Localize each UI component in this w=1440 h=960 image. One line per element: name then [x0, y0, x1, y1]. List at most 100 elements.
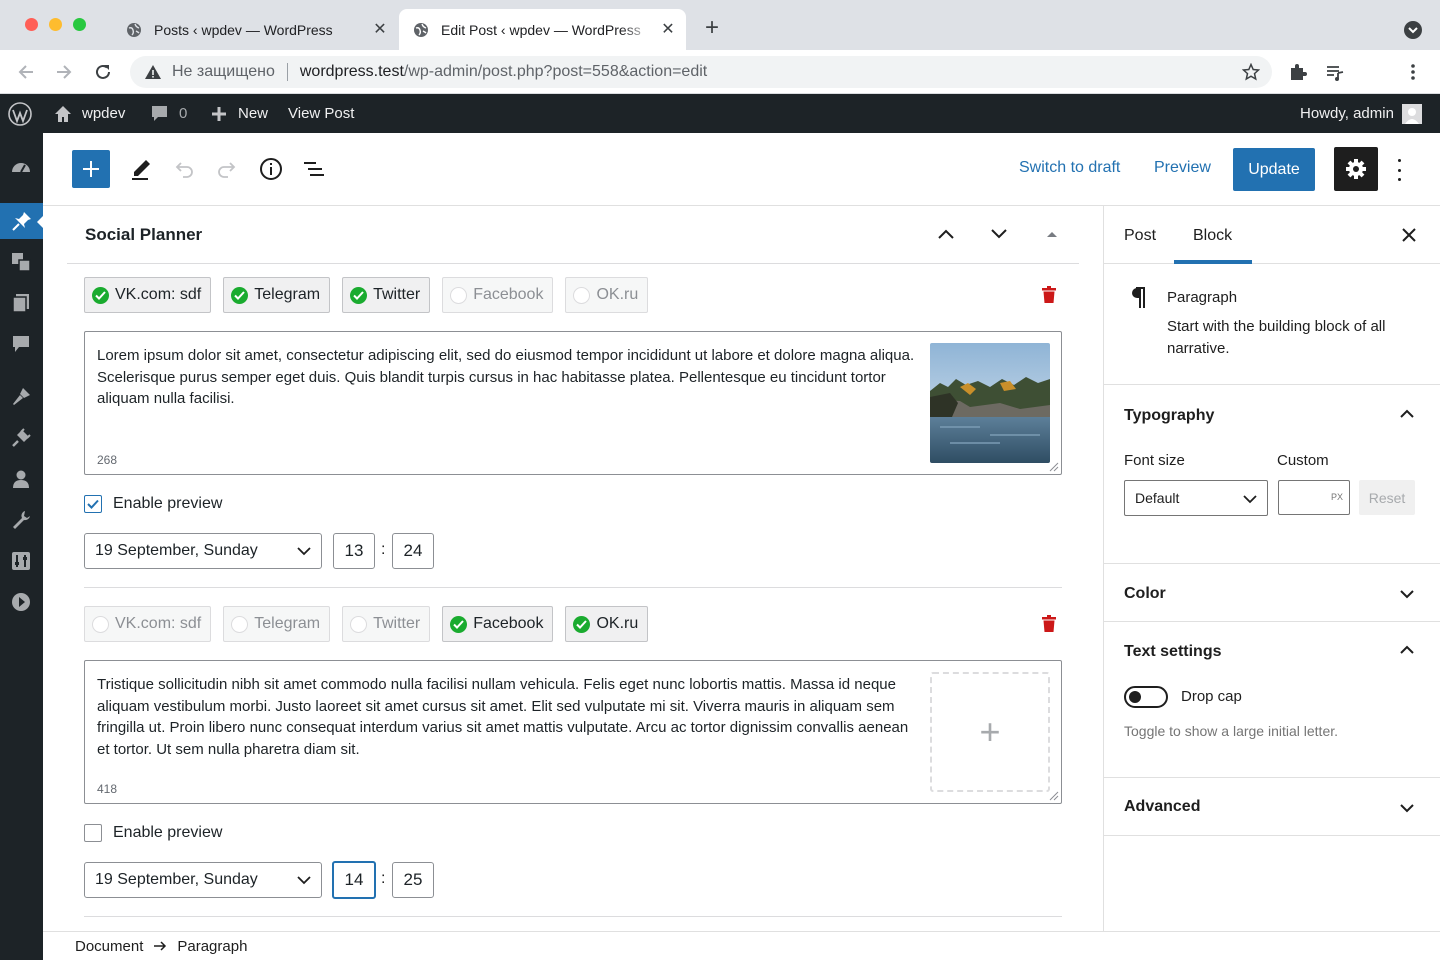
- block-inserter-button[interactable]: [72, 150, 110, 188]
- chevron-down-icon[interactable]: [1399, 800, 1415, 816]
- menu-media[interactable]: [10, 251, 32, 273]
- switch-to-draft-button[interactable]: Switch to draft: [1019, 159, 1120, 177]
- drop-cap-help: Toggle to show a large initial letter.: [1124, 723, 1339, 739]
- date-select[interactable]: 19 September, Sunday: [84, 862, 322, 898]
- hour-input[interactable]: 13: [333, 533, 375, 569]
- network-toggle-vk[interactable]: VK.com: sdf: [84, 606, 212, 642]
- url-path: /wp-admin/post.php?post=558&action=edit: [403, 63, 708, 80]
- new-tab-button[interactable]: +: [700, 16, 724, 41]
- drop-cap-toggle[interactable]: [1124, 686, 1168, 708]
- reset-button[interactable]: Reset: [1359, 480, 1415, 515]
- menu-dashboard[interactable]: [10, 157, 32, 179]
- breadcrumb-document[interactable]: Document: [75, 938, 143, 955]
- close-tab-icon[interactable]: ✕: [660, 21, 676, 38]
- redo-button[interactable]: [207, 149, 247, 189]
- browser-menu-icon[interactable]: [1403, 62, 1423, 82]
- menu-appearance[interactable]: [10, 386, 32, 408]
- new-content-link[interactable]: New: [210, 94, 268, 133]
- attached-image-thumbnail[interactable]: [930, 343, 1050, 463]
- network-toggle-okru[interactable]: OK.ru: [565, 277, 649, 313]
- reload-icon[interactable]: [92, 61, 114, 83]
- bookmark-star-icon[interactable]: [1242, 63, 1260, 81]
- move-down-icon[interactable]: [989, 224, 1009, 244]
- security-label[interactable]: Не защищено: [172, 63, 275, 81]
- network-label: Telegram: [254, 286, 321, 303]
- tab-block[interactable]: Block: [1193, 227, 1232, 245]
- list-view-button[interactable]: [294, 149, 334, 189]
- toggle-knob: [1129, 691, 1141, 703]
- address-bar[interactable]: Не защищено wordpress.test /wp-admin/pos…: [130, 56, 1272, 88]
- move-up-icon[interactable]: [936, 224, 956, 244]
- chevron-up-icon[interactable]: [1399, 406, 1415, 422]
- custom-size-input[interactable]: PX: [1278, 480, 1350, 515]
- reading-list-icon[interactable]: [1325, 62, 1345, 82]
- browser-tab-posts[interactable]: Posts ‹ wpdev — WordPress ✕: [112, 9, 398, 50]
- details-button[interactable]: [251, 149, 291, 189]
- tools-button[interactable]: [121, 149, 161, 189]
- text-settings-toggle[interactable]: Text settings: [1124, 643, 1222, 661]
- update-button[interactable]: Update: [1233, 148, 1315, 191]
- back-icon[interactable]: [15, 61, 37, 83]
- chevron-down-icon[interactable]: [1399, 586, 1415, 602]
- network-toggle-twitter[interactable]: Twitter: [342, 277, 431, 313]
- settings-button[interactable]: [1334, 147, 1378, 191]
- menu-collapse[interactable]: [10, 591, 32, 613]
- trash-icon[interactable]: [1041, 615, 1057, 633]
- users-icon: [13, 470, 29, 488]
- options-menu-button[interactable]: [1389, 159, 1409, 181]
- add-image-button[interactable]: +: [930, 672, 1050, 792]
- menu-tools[interactable]: [10, 509, 32, 531]
- network-toggle-facebook[interactable]: Facebook: [442, 277, 554, 313]
- trash-icon[interactable]: [1041, 286, 1057, 304]
- color-toggle[interactable]: Color: [1124, 585, 1166, 603]
- preview-button[interactable]: Preview: [1154, 159, 1211, 177]
- message-textarea[interactable]: Lorem ipsum dolor sit amet, consectetur …: [84, 331, 1062, 475]
- menu-comments[interactable]: [10, 333, 32, 355]
- hour-input[interactable]: 14: [332, 861, 376, 899]
- network-toggle-telegram[interactable]: Telegram: [223, 277, 331, 313]
- account-menu[interactable]: Howdy, admin: [1300, 94, 1422, 133]
- minimize-window-button[interactable]: [49, 18, 62, 31]
- network-toggle-telegram[interactable]: Telegram: [223, 606, 331, 642]
- forward-icon[interactable]: [53, 61, 75, 83]
- minute-input[interactable]: 24: [392, 533, 434, 569]
- date-select[interactable]: 19 September, Sunday: [84, 533, 322, 569]
- typography-toggle[interactable]: Typography: [1124, 407, 1214, 425]
- minute-input[interactable]: 25: [392, 862, 434, 898]
- menu-users[interactable]: [10, 468, 32, 490]
- typography-panel: Typography Font size Custom Default PX R…: [1104, 385, 1440, 564]
- resize-handle-icon[interactable]: [1049, 791, 1059, 801]
- enable-preview-checkbox[interactable]: [84, 824, 102, 842]
- close-window-button[interactable]: [25, 18, 38, 31]
- zoom-window-button[interactable]: [73, 18, 86, 31]
- site-name-link[interactable]: wpdev: [53, 94, 125, 133]
- close-tab-icon[interactable]: ✕: [372, 21, 388, 38]
- comments-link[interactable]: 0: [150, 94, 187, 133]
- menu-pages[interactable]: [10, 292, 32, 314]
- toggle-panel-icon[interactable]: [1042, 224, 1062, 244]
- enable-preview-checkbox[interactable]: [84, 495, 102, 513]
- view-post-link[interactable]: View Post: [288, 94, 354, 133]
- message-textarea[interactable]: Tristique sollicitudin nibh sit amet com…: [84, 660, 1062, 804]
- network-toggle-facebook[interactable]: Facebook: [442, 606, 554, 642]
- menu-plugins[interactable]: [10, 427, 32, 449]
- breadcrumb-paragraph[interactable]: Paragraph: [177, 938, 247, 955]
- menu-settings[interactable]: [10, 550, 32, 572]
- resize-handle-icon[interactable]: [1049, 462, 1059, 472]
- task-divider: [84, 587, 1062, 588]
- advanced-toggle[interactable]: Advanced: [1124, 798, 1200, 816]
- empty-circle-icon: [350, 615, 368, 633]
- chevron-up-icon[interactable]: [1399, 642, 1415, 658]
- tab-search-button[interactable]: [1404, 21, 1422, 39]
- network-toggle-vk[interactable]: VK.com: sdf: [84, 277, 212, 313]
- wordpress-logo-button[interactable]: [8, 94, 32, 133]
- network-toggle-twitter[interactable]: Twitter: [342, 606, 431, 642]
- font-size-select[interactable]: Default: [1124, 480, 1268, 516]
- tab-post[interactable]: Post: [1124, 227, 1156, 245]
- network-toggle-okru[interactable]: OK.ru: [565, 606, 649, 642]
- extensions-puzzle-icon[interactable]: [1288, 62, 1308, 82]
- undo-button[interactable]: [164, 149, 204, 189]
- browser-tab-edit-post[interactable]: Edit Post ‹ wpdev — WordPress ✕: [399, 9, 686, 50]
- close-icon[interactable]: [1400, 226, 1418, 244]
- empty-circle-icon: [450, 286, 468, 304]
